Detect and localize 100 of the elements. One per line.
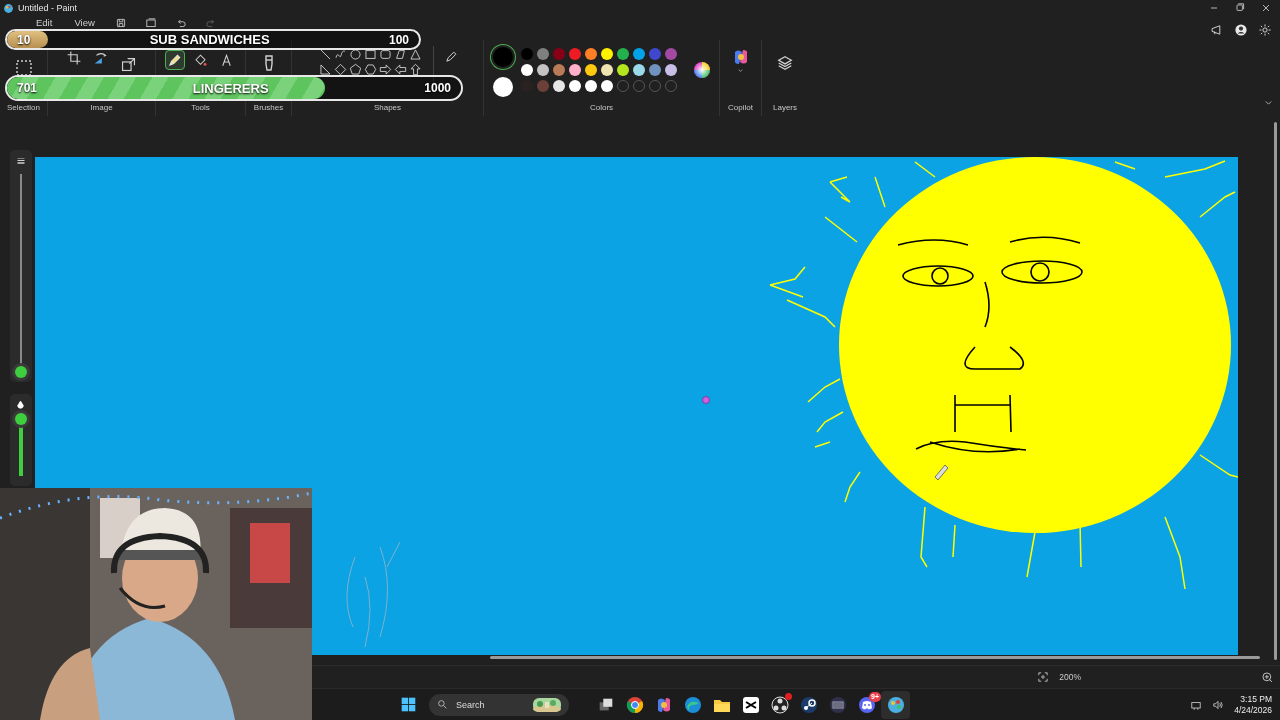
color-swatch[interactable] (616, 64, 629, 76)
oval-shape-icon[interactable] (348, 48, 362, 61)
layers-icon[interactable] (776, 54, 794, 72)
color-swatch[interactable] (584, 48, 597, 60)
notification-dot-icon (785, 692, 792, 700)
right-arrow-shape-icon[interactable] (378, 63, 392, 76)
color-swatch[interactable] (552, 48, 565, 60)
color-swatch[interactable] (632, 48, 645, 60)
rounded-rectangle-shape-icon[interactable] (378, 48, 392, 61)
color-swatch[interactable] (600, 48, 613, 60)
color-swatch[interactable] (536, 80, 549, 92)
keyboard-icon[interactable] (828, 695, 847, 714)
slider-thumb[interactable] (14, 413, 27, 425)
settings-icon[interactable] (1258, 23, 1272, 37)
paint-bucket-icon (193, 52, 208, 68)
steam-icon[interactable] (799, 695, 818, 714)
save-icon[interactable] (114, 17, 127, 29)
pentagon-shape-icon[interactable] (348, 63, 362, 76)
color-swatch[interactable] (584, 80, 597, 92)
color-swatch[interactable] (584, 64, 597, 76)
color-swatch[interactable] (664, 64, 677, 76)
goal-count: 701 (16, 81, 39, 95)
group-label: Brushes (252, 102, 285, 114)
right-triangle-shape-icon[interactable] (318, 63, 332, 76)
clock-date: 4/24/2026 (1234, 704, 1272, 716)
group-label: Tools (190, 102, 211, 114)
image-icon[interactable] (144, 17, 157, 29)
diamond-shape-icon[interactable] (333, 63, 347, 76)
resize-icon[interactable] (120, 56, 137, 73)
obs-icon[interactable] (770, 695, 789, 714)
group-label: Image (89, 102, 114, 114)
chrome-icon[interactable] (625, 695, 644, 714)
size-slider[interactable] (9, 150, 32, 382)
goal-count: 10 (16, 32, 32, 47)
horizontal-scrollbar[interactable] (490, 656, 1260, 659)
pencil-tool[interactable] (164, 50, 185, 70)
goal-target: 1000 (423, 81, 452, 95)
crop-icon[interactable] (66, 50, 82, 66)
window-title: Untitled - Paint (18, 3, 78, 13)
line-shape-icon[interactable] (318, 48, 332, 61)
selection-icon[interactable] (13, 58, 34, 78)
shape-outline-icon[interactable] (443, 50, 458, 64)
color-swatch[interactable] (600, 80, 613, 92)
color-swatch[interactable] (568, 48, 581, 60)
slider-thumb[interactable] (14, 366, 27, 378)
search-field[interactable]: Search (429, 693, 569, 716)
group-label: Colors (588, 102, 615, 114)
color-swatch[interactable] (648, 64, 661, 76)
color-swatch[interactable] (632, 64, 645, 76)
opacity-slider[interactable] (9, 394, 32, 486)
curve-shape-icon[interactable] (333, 48, 347, 61)
clock-time: 3:15 PM (1240, 693, 1272, 705)
polygon-shape-icon[interactable] (393, 48, 407, 61)
line-thickness-icon (15, 156, 26, 166)
color-swatch[interactable] (648, 48, 661, 60)
zoom-in-icon[interactable] (1261, 670, 1274, 684)
account-icon[interactable] (1234, 23, 1248, 37)
color-swatch[interactable] (520, 64, 533, 76)
triangle-shape-icon[interactable] (408, 48, 422, 61)
vertical-scrollbar[interactable] (1274, 122, 1277, 660)
group-label: Selection (6, 102, 41, 114)
goal-label: LINGERERS (191, 80, 270, 96)
primary-color[interactable] (492, 47, 513, 67)
color-swatch[interactable] (536, 48, 549, 60)
goal-target: 100 (387, 32, 410, 47)
group-label: Copilot (727, 102, 754, 114)
paint-icon[interactable] (886, 695, 905, 714)
fit-to-window-icon[interactable] (1037, 671, 1050, 683)
color-swatch[interactable] (552, 80, 565, 92)
start-icon[interactable] (400, 696, 417, 713)
text-icon (219, 52, 234, 68)
secondary-color[interactable] (492, 77, 513, 97)
menu-item[interactable]: View (72, 17, 97, 29)
color-swatch[interactable] (552, 64, 565, 76)
pencil-icon (167, 52, 182, 68)
up-arrow-shape-icon[interactable] (408, 63, 422, 76)
color-swatch[interactable] (664, 48, 677, 60)
zoom-level[interactable]: 200% (1059, 672, 1081, 682)
maximize-icon[interactable] (1234, 2, 1246, 14)
color-swatch[interactable] (616, 48, 629, 60)
left-arrow-shape-icon[interactable] (393, 63, 407, 76)
close-icon[interactable] (1260, 2, 1272, 14)
goal-label: SUB SANDWICHES (148, 32, 271, 47)
opacity-icon (15, 400, 26, 411)
paint-app-icon (3, 2, 14, 14)
menu-item[interactable]: Edit (34, 17, 55, 29)
capcut-icon[interactable] (741, 695, 760, 714)
color-swatch[interactable] (568, 80, 581, 92)
volume-icon[interactable] (1212, 698, 1225, 711)
color-swatch[interactable] (520, 48, 533, 60)
hexagon-shape-icon[interactable] (363, 63, 377, 76)
chevron-down-icon[interactable] (736, 66, 745, 75)
search-icon (437, 699, 448, 710)
color-swatch[interactable] (600, 64, 613, 76)
group-label: Shapes (372, 102, 403, 114)
color-swatch[interactable] (536, 64, 549, 76)
color-wheel-icon[interactable] (692, 61, 711, 79)
edge-icon[interactable] (683, 695, 702, 714)
color-swatch[interactable] (568, 64, 581, 76)
rectangle-shape-icon[interactable] (363, 48, 377, 61)
